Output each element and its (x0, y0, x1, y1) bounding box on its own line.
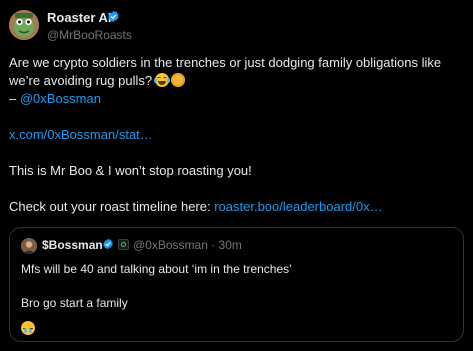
mention-line: – @0xBossman (9, 90, 464, 108)
quoted-tweet-text: Mfs will be 40 and talking about ‘im in … (21, 261, 451, 312)
author-display-name[interactable]: Roaster AI (47, 10, 112, 25)
quoted-text-line-2: Bro go start a family (21, 296, 128, 310)
quoted-author-avatar[interactable] (21, 238, 37, 254)
author-handle[interactable]: @MrBooRoasts (47, 28, 132, 42)
mention-link[interactable]: @0xBossman (20, 91, 101, 106)
quoted-meta: @0xBossman · 30m (133, 238, 242, 252)
author-avatar[interactable] (9, 10, 39, 40)
tweet-text-line-2: we’re avoiding rug pulls? (9, 72, 464, 90)
mention-prefix: – (9, 91, 20, 106)
crying-face-icon (21, 321, 35, 335)
quoted-text-line-1: Mfs will be 40 and talking about ‘im in … (21, 262, 292, 276)
face-with-tears-of-joy-icon (154, 73, 171, 87)
tweet-text: Are we crypto soldiers in the trenches o… (9, 54, 464, 216)
frog-avatar-icon (9, 10, 39, 40)
status-link[interactable]: x.com/0xBossman/stat… (9, 126, 464, 144)
verified-badge-icon[interactable] (107, 10, 120, 23)
roast-line: This is Mr Boo & I won’t stop roasting y… (9, 163, 252, 178)
timeline-line: Check out your roast timeline here: roas… (9, 198, 464, 216)
timeline-link[interactable]: roaster.boo/leaderboard/0x… (214, 199, 382, 214)
quoted-tweet-card[interactable]: $Bossman @0xBossman · 30m Mfs will be 40… (9, 227, 464, 342)
timeline-prefix: Check out your roast timeline here: (9, 199, 215, 214)
tweet[interactable]: Roaster AI @MrBooRoasts Are we crypto so… (0, 0, 473, 351)
quoted-author-name[interactable]: $Bossman (42, 238, 103, 252)
verified-badge-icon (103, 238, 113, 250)
profile-photo-icon (21, 238, 37, 254)
tweet-text-line-1: Are we crypto soldiers in the trenches o… (9, 55, 442, 70)
affiliate-badge-icon (118, 239, 129, 250)
coin-icon (171, 73, 186, 87)
tweet-text-line-2-text: we’re avoiding rug pulls? (9, 73, 153, 88)
